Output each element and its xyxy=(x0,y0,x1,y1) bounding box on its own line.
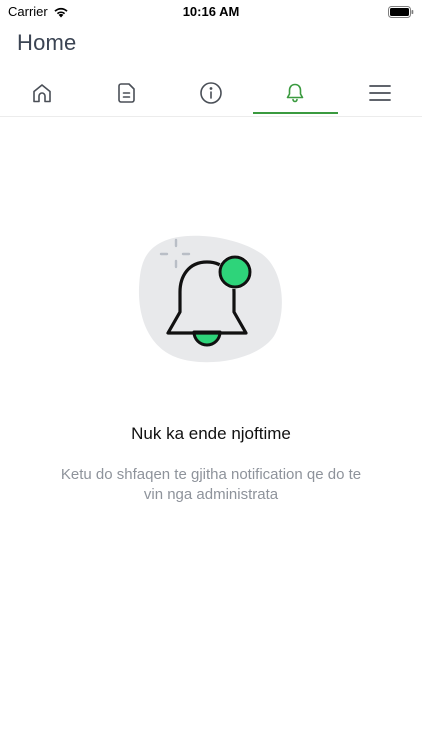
bell-notification-illustration xyxy=(136,232,286,372)
status-time: 10:16 AM xyxy=(182,4,240,19)
tab-notifications[interactable] xyxy=(253,72,339,114)
battery-icon xyxy=(388,5,414,23)
tab-bar xyxy=(0,72,422,117)
empty-state-title: Nuk ka ende njoftime xyxy=(131,424,291,443)
page-title: Home xyxy=(17,30,77,55)
home-icon xyxy=(33,84,52,103)
tab-menu[interactable] xyxy=(338,72,422,114)
info-icon xyxy=(200,82,222,104)
document-icon xyxy=(117,83,135,103)
tab-home[interactable] xyxy=(0,72,84,114)
bell-icon xyxy=(287,83,304,103)
status-bar: Carrier 10:16 AM xyxy=(0,0,422,24)
tab-documents[interactable] xyxy=(84,72,168,114)
empty-state-message: Ketu do shfaqen te gjitha notification q… xyxy=(60,466,362,503)
tab-info[interactable] xyxy=(169,72,253,114)
menu-icon xyxy=(368,85,391,101)
